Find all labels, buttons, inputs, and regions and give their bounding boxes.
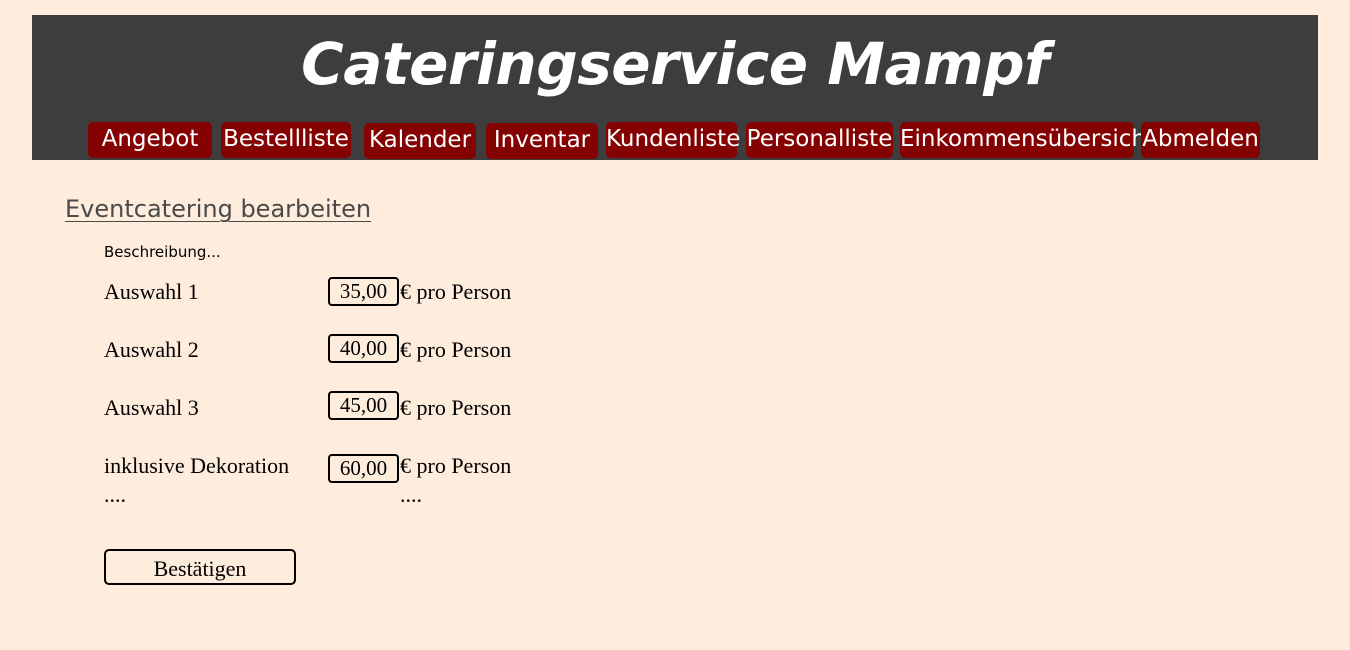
- nav-kundenliste[interactable]: Kundenliste: [606, 122, 740, 158]
- unit-label: € pro Person: [400, 337, 512, 362]
- option-label: Auswahl 3: [104, 395, 199, 420]
- option-label: Auswahl 1: [104, 279, 199, 304]
- confirm-button[interactable]: Bestätigen: [104, 549, 296, 585]
- unit-label: € pro Person: [400, 453, 512, 478]
- site-title: Cateringservice Mampf: [301, 30, 1049, 98]
- nav-kalender[interactable]: Kalender: [364, 123, 476, 159]
- price-input[interactable]: 60,00: [328, 454, 399, 483]
- nav-bestellliste[interactable]: Bestellliste: [221, 122, 351, 158]
- unit-label: € pro Person: [400, 395, 512, 420]
- unit-label: € pro Person: [400, 279, 512, 304]
- ellipsis-right: ....: [400, 482, 422, 507]
- price-input[interactable]: 45,00: [328, 391, 399, 420]
- description-text: Beschreibung...: [104, 243, 221, 261]
- section-title: Eventcatering bearbeiten: [65, 195, 372, 223]
- nav-personalliste[interactable]: Personalliste: [746, 122, 893, 158]
- option-label: inklusive Dekoration: [104, 453, 290, 478]
- option-label: Auswahl 2: [104, 337, 199, 362]
- nav-angebot[interactable]: Angebot: [88, 122, 212, 158]
- nav-inventar[interactable]: Inventar: [486, 123, 598, 159]
- nav-einkommensuebersicht[interactable]: Einkommensübersicht: [900, 122, 1155, 158]
- price-input[interactable]: 35,00: [328, 277, 399, 306]
- price-input[interactable]: 40,00: [328, 334, 399, 363]
- nav-abmelden[interactable]: Abmelden: [1141, 122, 1260, 158]
- ellipsis-left: ....: [104, 482, 126, 507]
